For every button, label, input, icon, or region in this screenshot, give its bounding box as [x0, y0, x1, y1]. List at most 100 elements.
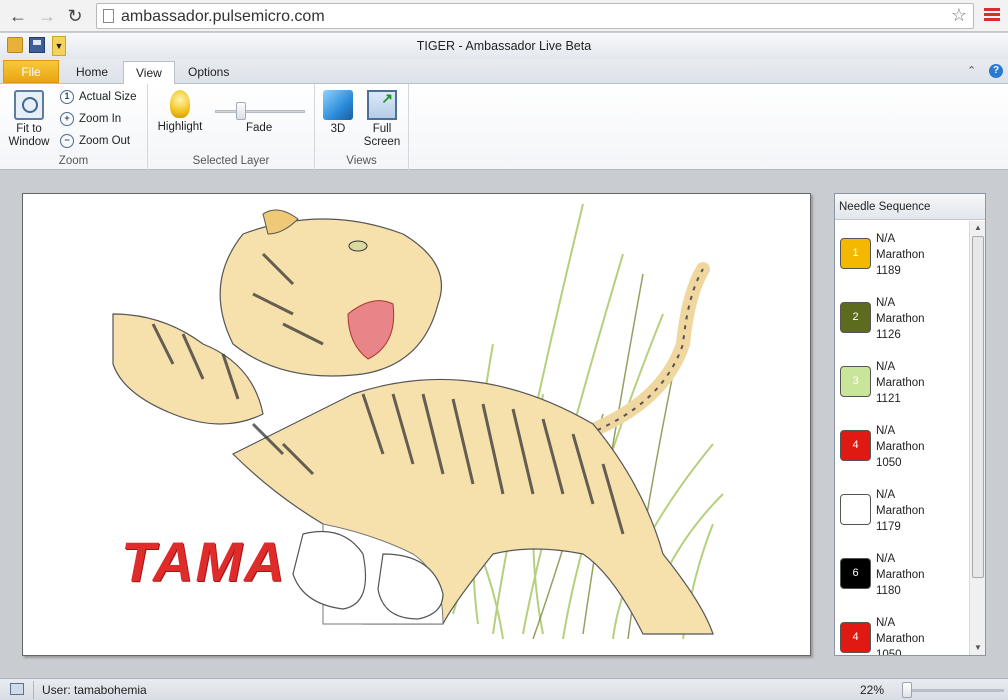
needle-line2: Marathon	[876, 249, 925, 261]
scroll-up-icon[interactable]: ▲	[970, 221, 986, 235]
app-title-bar: ▼ TIGER - Ambassador Live Beta	[0, 33, 1008, 59]
ribbon: Fit to Window 1 Actual Size + Zoom In − …	[0, 84, 1008, 170]
needle-item[interactable]: 2 N/A Marathon 1126	[835, 285, 968, 349]
tab-home[interactable]: Home	[64, 61, 120, 84]
zoom-percentage: 22%	[860, 683, 885, 697]
page-icon	[103, 9, 114, 23]
color-swatch[interactable]: 5	[840, 494, 871, 525]
lightbulb-icon	[170, 90, 190, 118]
needle-item[interactable]: 5 N/A Marathon 1179	[835, 477, 968, 541]
fade-slider-track[interactable]	[215, 110, 305, 113]
needle-item[interactable]: 6 N/A Marathon 1180	[835, 541, 968, 605]
selected-layer-group: Highlight Selected Layer	[148, 84, 315, 170]
3d-button[interactable]: 3D	[323, 90, 353, 136]
needle-info: N/A Marathon 1180	[876, 551, 925, 599]
status-user: User: tamabohemia	[42, 683, 147, 697]
zoom-in-button[interactable]: + Zoom In	[60, 110, 121, 128]
fit-to-window-label: Fit to Window	[8, 123, 50, 148]
scroll-down-icon[interactable]: ▼	[970, 641, 986, 655]
ribbon-tab-bar: File Home View Options ⌃ ?	[0, 59, 1008, 85]
zoom-in-label: Zoom In	[79, 113, 122, 125]
needle-info: N/A Marathon 1179	[876, 487, 925, 535]
needle-line1: N/A	[876, 361, 896, 373]
needle-list-scrollbar[interactable]: ▲ ▼	[969, 221, 985, 655]
forward-arrow-icon[interactable]: →	[37, 6, 57, 26]
zoom-slider-track[interactable]	[906, 689, 1004, 692]
needle-line2: Marathon	[876, 633, 925, 645]
selected-layer-group-label: Selected Layer	[192, 155, 270, 167]
address-bar[interactable]: ambassador.pulsemicro.com ☆	[96, 3, 974, 29]
needle-item[interactable]: 1 N/A Marathon 1189	[835, 221, 968, 285]
help-icon[interactable]: ?	[989, 64, 1003, 78]
zoom-out-label: Zoom Out	[79, 135, 131, 147]
zoom-slider-thumb[interactable]	[902, 682, 912, 698]
zoom-group: Fit to Window 1 Actual Size + Zoom In − …	[0, 84, 148, 170]
views-group: 3D Full Screen Views	[315, 84, 409, 170]
color-swatch[interactable]: 6	[840, 558, 871, 589]
needle-line3: 1121	[876, 393, 901, 405]
fade-label: Fade	[246, 122, 273, 134]
url-text[interactable]: ambassador.pulsemicro.com	[121, 8, 325, 26]
full-screen-label: Full Screen	[363, 123, 401, 148]
collapse-ribbon-icon[interactable]: ⌃	[967, 64, 976, 77]
views-group-label: Views	[346, 155, 377, 167]
status-bar: User: tamabohemia 22%	[0, 678, 1008, 700]
color-swatch[interactable]: 4	[840, 430, 871, 461]
app-title: TIGER - Ambassador Live Beta	[416, 39, 592, 53]
color-swatch[interactable]: 1	[840, 238, 871, 269]
reload-icon[interactable]: ↻	[65, 6, 85, 26]
highlight-button[interactable]: Highlight	[153, 90, 207, 134]
actual-size-icon: 1	[60, 90, 74, 104]
actual-size-label: Actual Size	[79, 91, 137, 103]
zoom-group-label: Zoom	[58, 155, 89, 167]
browser-toolbar: ← → ↻ ambassador.pulsemicro.com ☆	[0, 0, 1008, 32]
fade-slider-thumb[interactable]	[236, 102, 246, 120]
fit-to-window-icon	[14, 90, 44, 120]
needle-info: N/A Marathon 1050	[876, 615, 925, 655]
scroll-thumb[interactable]	[972, 236, 984, 578]
needle-line2: Marathon	[876, 569, 925, 581]
zoom-in-icon: +	[60, 112, 74, 126]
highlight-label: Highlight	[157, 121, 203, 133]
color-swatch[interactable]: 3	[840, 366, 871, 397]
needle-line2: Marathon	[876, 313, 925, 325]
fit-to-window-button[interactable]: Fit to Window	[6, 90, 52, 149]
zoom-out-button[interactable]: − Zoom Out	[60, 132, 130, 150]
needle-line3: 1189	[876, 265, 901, 277]
needle-line1: N/A	[876, 233, 896, 245]
color-swatch[interactable]: 2	[840, 302, 871, 333]
actual-size-button[interactable]: 1 Actual Size	[60, 88, 137, 106]
bookmark-star-icon[interactable]: ☆	[951, 5, 967, 26]
tab-options[interactable]: Options	[176, 61, 241, 84]
needle-info: N/A Marathon 1126	[876, 295, 925, 343]
needle-item[interactable]: 4 N/A Marathon 1050	[835, 605, 968, 655]
needle-line2: Marathon	[876, 377, 925, 389]
color-swatch[interactable]: 4	[840, 622, 871, 653]
cube-3d-icon	[323, 90, 353, 120]
status-window-icon[interactable]	[10, 683, 24, 695]
browser-menu-icon[interactable]	[984, 8, 1000, 22]
needle-line2: Marathon	[876, 441, 925, 453]
needle-item[interactable]: 3 N/A Marathon 1121	[835, 349, 968, 413]
needle-line1: N/A	[876, 425, 896, 437]
tab-view[interactable]: View	[123, 61, 175, 85]
design-text-tama: TAMA	[121, 530, 287, 593]
back-arrow-icon[interactable]: ←	[8, 6, 28, 26]
design-canvas[interactable]: TAMA	[22, 193, 811, 656]
needle-line1: N/A	[876, 617, 896, 629]
needle-item[interactable]: 4 N/A Marathon 1050	[835, 413, 968, 477]
needle-line2: Marathon	[876, 505, 925, 517]
full-screen-icon	[367, 90, 397, 120]
needle-line3: 1179	[876, 521, 901, 533]
needle-line3: 1050	[876, 457, 902, 469]
needle-sequence-panel: Needle Sequence 1 N/A Marathon 1189 2 N/A Mara…	[834, 193, 986, 656]
needle-line3: 1126	[876, 329, 901, 341]
3d-label: 3D	[330, 123, 346, 135]
tab-file[interactable]: File	[3, 60, 59, 83]
full-screen-button[interactable]: Full Screen	[361, 90, 403, 149]
needle-info: N/A Marathon 1121	[876, 359, 925, 407]
needle-line3: 1180	[876, 585, 901, 597]
needle-list: 1 N/A Marathon 1189 2 N/A Marathon 1126 3 N/A Mara…	[835, 221, 968, 655]
needle-sequence-title: Needle Sequence	[835, 194, 985, 220]
status-divider	[33, 681, 34, 699]
